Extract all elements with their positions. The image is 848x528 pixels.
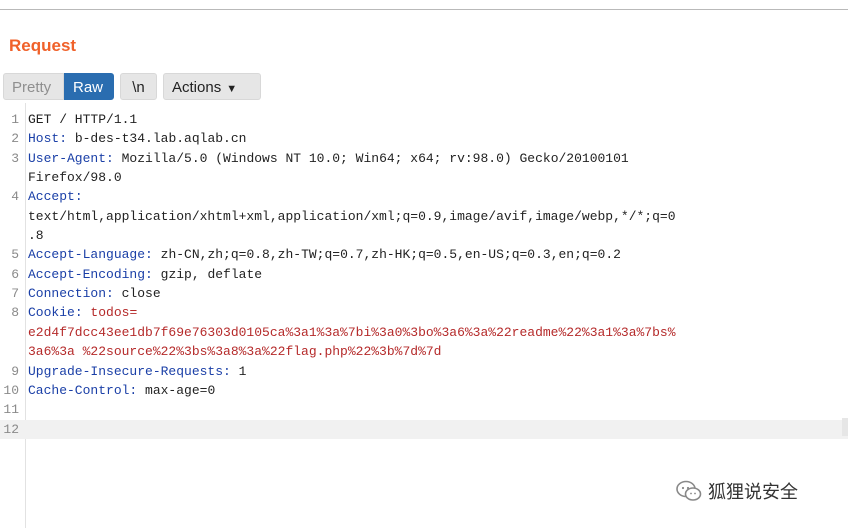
header-separator: : <box>74 305 91 320</box>
line-content: e2d4f7dcc43ee1db7f69e76303d0105ca%3a1%3a… <box>28 323 676 342</box>
line-number: 4 <box>11 189 19 204</box>
line-content: text/html,application/xhtml+xml,applicat… <box>28 207 676 226</box>
line-content: Firefox/98.0 <box>28 168 122 187</box>
header-name: Connection <box>28 286 107 301</box>
chevron-down-icon: ▼ <box>226 83 238 95</box>
request-line[interactable]: 9 Upgrade-Insecure-Requests: 1 <box>0 362 848 381</box>
header-value: Mozilla/5.0 (Windows NT 10.0; Win64; x64… <box>121 151 629 166</box>
header-separator: : <box>106 151 122 166</box>
header-name: Cache-Control <box>28 383 130 398</box>
request-line[interactable]: 7 Connection: close <box>0 284 848 303</box>
header-separator: : <box>129 383 146 398</box>
line-content: Cache-Control: max-age=0 <box>28 381 215 400</box>
line-content: Accept-Language: zh-CN,zh;q=0.8,zh-TW;q=… <box>28 245 621 264</box>
request-line[interactable]: 4 Accept: <box>0 187 848 206</box>
line-content: GET / HTTP/1.1 <box>28 110 137 129</box>
line-number: 3 <box>11 151 19 166</box>
request-line[interactable]: .8 <box>0 226 848 245</box>
top-divider <box>0 9 848 10</box>
line-number: 5 <box>11 247 19 262</box>
actions-dropdown[interactable]: Actions ▼ <box>163 73 261 100</box>
line-content: Accept: <box>28 187 83 206</box>
request-line[interactable]: 12 <box>0 420 848 439</box>
request-editor[interactable]: 1 GET / HTTP/1.1 2 Host: b-des-t34.lab.aqla… <box>0 103 848 528</box>
line-text: text/html,application/xhtml+xml,applicat… <box>28 209 676 224</box>
header-separator: : <box>106 286 122 301</box>
line-text: GET / HTTP/1.1 <box>28 112 138 127</box>
header-value: b-des-t34.lab.aqlab.cn <box>74 131 247 146</box>
line-content: User-Agent: Mozilla/5.0 (Windows NT 10.0… <box>28 149 629 168</box>
header-value: max-age=0 <box>145 383 216 398</box>
request-line[interactable]: 2 Host: b-des-t34.lab.aqlab.cn <box>0 129 848 148</box>
header-separator: : <box>145 247 161 262</box>
request-line[interactable]: 6 Accept-Encoding: gzip, deflate <box>0 265 848 284</box>
header-name: Accept-Encoding <box>28 267 146 282</box>
request-line[interactable]: 11 <box>0 400 848 419</box>
header-value: gzip, deflate <box>160 267 263 282</box>
raw-tab[interactable]: Raw <box>64 73 114 100</box>
header-name: Host <box>28 131 60 146</box>
line-content: Accept-Encoding: gzip, deflate <box>28 265 262 284</box>
line-number: 11 <box>3 402 19 417</box>
actions-label: Actions <box>172 79 222 96</box>
wechat-icon <box>676 480 702 501</box>
line-number: 8 <box>11 305 19 320</box>
header-value: zh-CN,zh;q=0.8,zh-TW;q=0.7,zh-HK;q=0.5,e… <box>160 247 621 262</box>
header-value: 1 <box>238 364 247 379</box>
watermark-text: 狐狸说安全 <box>708 482 798 503</box>
request-line[interactable]: e2d4f7dcc43ee1db7f69e76303d0105ca%3a1%3a… <box>0 323 848 342</box>
line-number: 6 <box>11 267 19 282</box>
panel-title: Request <box>9 36 77 55</box>
line-number: 1 <box>11 112 19 127</box>
header-name: Cookie <box>28 305 75 320</box>
request-line[interactable]: 10 Cache-Control: max-age=0 <box>0 381 848 400</box>
line-number: 7 <box>11 286 19 301</box>
line-content: 3a6%3a %22source%22%3bs%3a8%3a%22flag.ph… <box>28 342 441 361</box>
line-number: 10 <box>3 383 19 398</box>
cookie-equals: = <box>129 305 138 320</box>
header-separator: : <box>145 267 161 282</box>
pretty-tab[interactable]: Pretty <box>3 73 64 100</box>
header-name: Accept <box>28 189 75 204</box>
header-separator: : <box>59 131 75 146</box>
header-value: close <box>121 286 161 301</box>
cookie-value: 3a6%3a %22source%22%3bs%3a8%3a%22flag.ph… <box>28 344 442 359</box>
request-line[interactable]: 5 Accept-Language: zh-CN,zh;q=0.8,zh-TW;q… <box>0 245 848 264</box>
request-line[interactable]: text/html,application/xhtml+xml,applicat… <box>0 207 848 226</box>
request-line[interactable]: 1 GET / HTTP/1.1 <box>0 110 848 129</box>
line-content: .8 <box>28 226 44 245</box>
header-separator: : <box>223 364 239 379</box>
view-toolbar: Pretty Raw \n Actions ▼ <box>3 73 261 100</box>
header-separator: : <box>74 189 83 204</box>
line-content: Host: b-des-t34.lab.aqlab.cn <box>28 129 246 148</box>
header-name: Upgrade-Insecure-Requests <box>28 364 224 379</box>
request-line[interactable]: Firefox/98.0 <box>0 168 848 187</box>
line-number: 12 <box>3 422 19 437</box>
cookie-name: todos <box>90 305 130 320</box>
line-content: Upgrade-Insecure-Requests: 1 <box>28 362 246 381</box>
line-number: 2 <box>11 131 19 146</box>
line-number: 9 <box>11 364 19 379</box>
request-line[interactable]: 8 Cookie: todos= <box>0 303 848 322</box>
line-text: .8 <box>28 228 44 243</box>
cookie-value: e2d4f7dcc43ee1db7f69e76303d0105ca%3a1%3a… <box>28 325 676 340</box>
header-name: Accept-Language <box>28 247 146 262</box>
request-line[interactable]: 3 User-Agent: Mozilla/5.0 (Windows NT 10.… <box>0 149 848 168</box>
show-newlines-button[interactable]: \n <box>120 73 157 100</box>
watermark: 狐狸说安全 <box>676 478 798 504</box>
request-line[interactable]: 3a6%3a %22source%22%3bs%3a8%3a%22flag.ph… <box>0 342 848 361</box>
line-content: Cookie: todos= <box>28 303 137 322</box>
line-text: Firefox/98.0 <box>28 170 122 185</box>
line-content: Connection: close <box>28 284 161 303</box>
scrollbar-thumb[interactable] <box>842 418 848 436</box>
header-name: User-Agent <box>28 151 107 166</box>
